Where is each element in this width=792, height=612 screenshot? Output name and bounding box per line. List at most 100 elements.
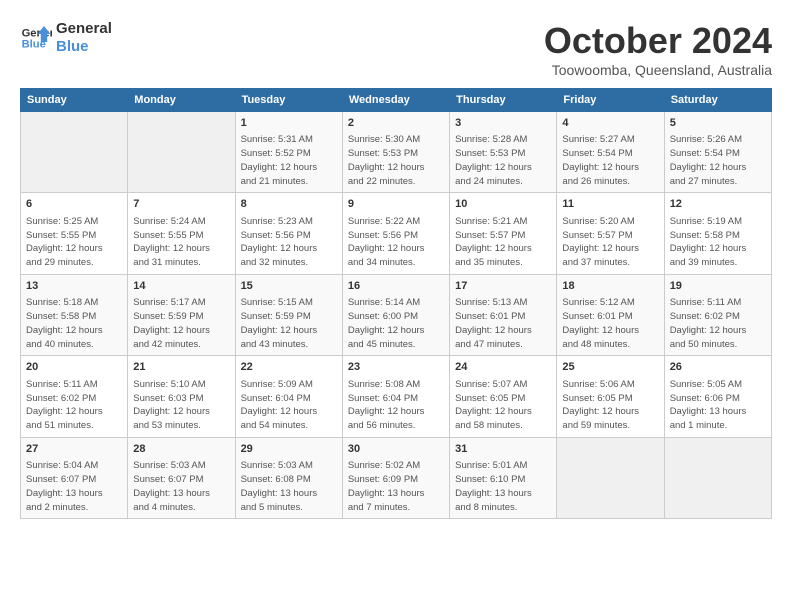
day-number: 5 — [670, 116, 766, 131]
day-info: Sunrise: 5:31 AM Sunset: 5:52 PM Dayligh… — [241, 133, 337, 188]
day-info: Sunrise: 5:20 AM Sunset: 5:57 PM Dayligh… — [562, 215, 658, 270]
week-row-4: 20 Sunrise: 5:11 AM Sunset: 6:02 PM Dayli… — [21, 356, 772, 437]
col-header-friday: Friday — [557, 89, 664, 112]
day-number: 28 — [133, 442, 229, 457]
day-info: Sunrise: 5:25 AM Sunset: 5:55 PM Dayligh… — [26, 215, 122, 270]
day-number: 29 — [241, 442, 337, 457]
day-info: Sunrise: 5:08 AM Sunset: 6:04 PM Dayligh… — [348, 378, 444, 433]
day-cell: 8 Sunrise: 5:23 AM Sunset: 5:56 PM Daylig… — [235, 193, 342, 274]
day-number: 9 — [348, 197, 444, 212]
col-header-monday: Monday — [128, 89, 235, 112]
day-info: Sunrise: 5:05 AM Sunset: 6:06 PM Dayligh… — [670, 378, 766, 433]
day-info: Sunrise: 5:13 AM Sunset: 6:01 PM Dayligh… — [455, 296, 551, 351]
day-info: Sunrise: 5:22 AM Sunset: 5:56 PM Dayligh… — [348, 215, 444, 270]
day-cell: 4Sunrise: 5:27 AM Sunset: 5:54 PM Daylig… — [557, 112, 664, 193]
day-info: Sunrise: 5:15 AM Sunset: 5:59 PM Dayligh… — [241, 296, 337, 351]
day-cell: 19 Sunrise: 5:11 AM Sunset: 6:02 PM Dayli… — [664, 274, 771, 355]
week-row-5: 27Sunrise: 5:04 AM Sunset: 6:07 PM Dayli… — [21, 437, 772, 518]
day-cell: 25 Sunrise: 5:06 AM Sunset: 6:05 PM Dayli… — [557, 356, 664, 437]
month-title: October 2024 — [544, 20, 772, 62]
day-info: Sunrise: 5:12 AM Sunset: 6:01 PM Dayligh… — [562, 296, 658, 351]
day-number: 27 — [26, 442, 122, 457]
day-cell — [21, 112, 128, 193]
day-info: Sunrise: 5:14 AM Sunset: 6:00 PM Dayligh… — [348, 296, 444, 351]
day-cell: 12 Sunrise: 5:19 AM Sunset: 5:58 PM Dayli… — [664, 193, 771, 274]
day-info: Sunrise: 5:09 AM Sunset: 6:04 PM Dayligh… — [241, 378, 337, 433]
day-number: 7 — [133, 197, 229, 212]
day-number: 3 — [455, 116, 551, 131]
week-row-1: 1Sunrise: 5:31 AM Sunset: 5:52 PM Daylig… — [21, 112, 772, 193]
day-cell: 30 Sunrise: 5:02 AM Sunset: 6:09 PM Dayli… — [342, 437, 449, 518]
day-cell: 26 Sunrise: 5:05 AM Sunset: 6:06 PM Dayli… — [664, 356, 771, 437]
day-cell: 16Sunrise: 5:14 AM Sunset: 6:00 PM Dayli… — [342, 274, 449, 355]
day-number: 31 — [455, 442, 551, 457]
col-header-thursday: Thursday — [450, 89, 557, 112]
day-number: 6 — [26, 197, 122, 212]
day-cell: 20 Sunrise: 5:11 AM Sunset: 6:02 PM Dayli… — [21, 356, 128, 437]
day-info: Sunrise: 5:01 AM Sunset: 6:10 PM Dayligh… — [455, 459, 551, 514]
day-cell: 9 Sunrise: 5:22 AM Sunset: 5:56 PM Daylig… — [342, 193, 449, 274]
day-cell: 2 Sunrise: 5:30 AM Sunset: 5:53 PM Daylig… — [342, 112, 449, 193]
day-cell: 29 Sunrise: 5:03 AM Sunset: 6:08 PM Dayli… — [235, 437, 342, 518]
day-number: 12 — [670, 197, 766, 212]
day-cell: 24Sunrise: 5:07 AM Sunset: 6:05 PM Dayli… — [450, 356, 557, 437]
logo-general: General — [56, 20, 112, 38]
day-cell: 7 Sunrise: 5:24 AM Sunset: 5:55 PM Daylig… — [128, 193, 235, 274]
calendar-header-row: SundayMondayTuesdayWednesdayThursdayFrid… — [21, 89, 772, 112]
day-info: Sunrise: 5:03 AM Sunset: 6:07 PM Dayligh… — [133, 459, 229, 514]
day-number: 15 — [241, 279, 337, 294]
day-cell — [557, 437, 664, 518]
day-number: 2 — [348, 116, 444, 131]
day-info: Sunrise: 5:24 AM Sunset: 5:55 PM Dayligh… — [133, 215, 229, 270]
day-number: 18 — [562, 279, 658, 294]
day-cell: 13 Sunrise: 5:18 AM Sunset: 5:58 PM Dayli… — [21, 274, 128, 355]
day-info: Sunrise: 5:26 AM Sunset: 5:54 PM Dayligh… — [670, 133, 766, 188]
day-info: Sunrise: 5:21 AM Sunset: 5:57 PM Dayligh… — [455, 215, 551, 270]
day-info: Sunrise: 5:11 AM Sunset: 6:02 PM Dayligh… — [26, 378, 122, 433]
day-info: Sunrise: 5:18 AM Sunset: 5:58 PM Dayligh… — [26, 296, 122, 351]
day-info: Sunrise: 5:28 AM Sunset: 5:53 PM Dayligh… — [455, 133, 551, 188]
day-number: 26 — [670, 360, 766, 375]
logo-icon: General Blue — [20, 22, 52, 54]
day-number: 19 — [670, 279, 766, 294]
col-header-saturday: Saturday — [664, 89, 771, 112]
day-info: Sunrise: 5:11 AM Sunset: 6:02 PM Dayligh… — [670, 296, 766, 351]
day-info: Sunrise: 5:19 AM Sunset: 5:58 PM Dayligh… — [670, 215, 766, 270]
logo: General Blue General Blue — [20, 20, 112, 56]
day-cell: 15 Sunrise: 5:15 AM Sunset: 5:59 PM Dayli… — [235, 274, 342, 355]
week-row-3: 13 Sunrise: 5:18 AM Sunset: 5:58 PM Dayli… — [21, 274, 772, 355]
day-cell: 3 Sunrise: 5:28 AM Sunset: 5:53 PM Daylig… — [450, 112, 557, 193]
col-header-wednesday: Wednesday — [342, 89, 449, 112]
day-cell: 23 Sunrise: 5:08 AM Sunset: 6:04 PM Dayli… — [342, 356, 449, 437]
week-row-2: 6 Sunrise: 5:25 AM Sunset: 5:55 PM Daylig… — [21, 193, 772, 274]
day-cell: 14Sunrise: 5:17 AM Sunset: 5:59 PM Dayli… — [128, 274, 235, 355]
day-cell: 5 Sunrise: 5:26 AM Sunset: 5:54 PM Daylig… — [664, 112, 771, 193]
day-cell: 17Sunrise: 5:13 AM Sunset: 6:01 PM Dayli… — [450, 274, 557, 355]
day-cell: 27Sunrise: 5:04 AM Sunset: 6:07 PM Dayli… — [21, 437, 128, 518]
day-number: 23 — [348, 360, 444, 375]
location-title: Toowoomba, Queensland, Australia — [544, 62, 772, 78]
day-number: 13 — [26, 279, 122, 294]
day-cell: 1Sunrise: 5:31 AM Sunset: 5:52 PM Daylig… — [235, 112, 342, 193]
day-cell: 31 Sunrise: 5:01 AM Sunset: 6:10 PM Dayli… — [450, 437, 557, 518]
day-info: Sunrise: 5:03 AM Sunset: 6:08 PM Dayligh… — [241, 459, 337, 514]
day-cell: 22Sunrise: 5:09 AM Sunset: 6:04 PM Dayli… — [235, 356, 342, 437]
day-number: 20 — [26, 360, 122, 375]
day-cell — [664, 437, 771, 518]
day-info: Sunrise: 5:06 AM Sunset: 6:05 PM Dayligh… — [562, 378, 658, 433]
day-number: 11 — [562, 197, 658, 212]
day-number: 4 — [562, 116, 658, 131]
day-info: Sunrise: 5:30 AM Sunset: 5:53 PM Dayligh… — [348, 133, 444, 188]
day-cell — [128, 112, 235, 193]
day-cell: 28 Sunrise: 5:03 AM Sunset: 6:07 PM Dayli… — [128, 437, 235, 518]
day-cell: 18 Sunrise: 5:12 AM Sunset: 6:01 PM Dayli… — [557, 274, 664, 355]
day-info: Sunrise: 5:02 AM Sunset: 6:09 PM Dayligh… — [348, 459, 444, 514]
day-info: Sunrise: 5:10 AM Sunset: 6:03 PM Dayligh… — [133, 378, 229, 433]
day-number: 8 — [241, 197, 337, 212]
day-number: 25 — [562, 360, 658, 375]
day-info: Sunrise: 5:23 AM Sunset: 5:56 PM Dayligh… — [241, 215, 337, 270]
col-header-tuesday: Tuesday — [235, 89, 342, 112]
day-cell: 10Sunrise: 5:21 AM Sunset: 5:57 PM Dayli… — [450, 193, 557, 274]
title-block: October 2024 Toowoomba, Queensland, Aust… — [544, 20, 772, 78]
day-number: 30 — [348, 442, 444, 457]
